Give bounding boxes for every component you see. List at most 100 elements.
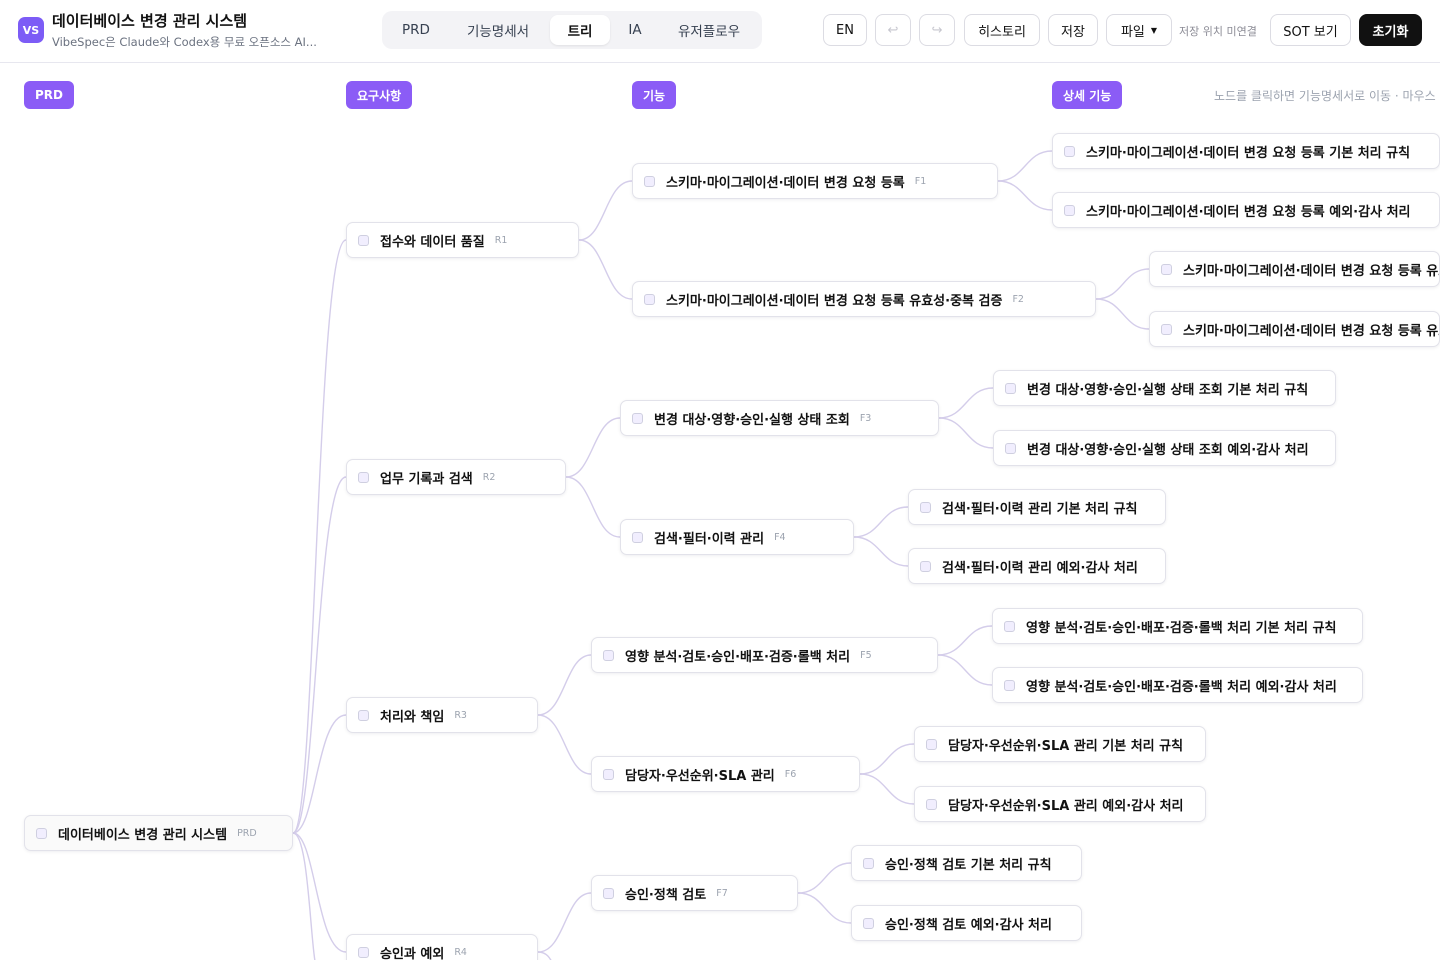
node-checkbox[interactable] xyxy=(1161,323,1172,335)
node-label: 변경 대상·영향·승인·실행 상태 조회 xyxy=(654,412,850,428)
node-code: F6 xyxy=(784,768,797,780)
tree-node-detail[interactable]: 담당자·우선순위·SLA 관리 예외·감사 처리 xyxy=(914,786,1206,822)
node-checkbox[interactable] xyxy=(358,946,369,958)
tree-node-detail[interactable]: 스키마·마이그레이션·데이터 변경 요청 등록 기본 처리 규칙 xyxy=(1052,133,1440,169)
node-label: 영향 분석·검토·승인·배포·검증·롤백 처리 예외·감사 처리 xyxy=(1026,679,1337,695)
tree-node-feature[interactable]: 승인·정책 검토 F7 xyxy=(591,875,798,911)
node-checkbox[interactable] xyxy=(358,234,369,246)
node-checkbox[interactable] xyxy=(644,175,655,187)
column-label-requirements: 요구사항 xyxy=(346,81,413,109)
tree-node-requirement[interactable]: 접수와 데이터 품질 R1 xyxy=(346,222,579,258)
tree-node-detail[interactable]: 검색·필터·이력 관리 예외·감사 처리 xyxy=(908,548,1166,584)
tree-node-detail[interactable]: 영향 분석·검토·승인·배포·검증·롤백 처리 기본 처리 규칙 xyxy=(992,608,1363,644)
node-code: F5 xyxy=(860,649,872,661)
save-button[interactable]: 저장 xyxy=(1048,14,1098,46)
tree-node-requirement[interactable]: 승인과 예외 R4 xyxy=(346,934,538,960)
tree-node-feature[interactable]: 담당자·우선순위·SLA 관리 F6 xyxy=(591,756,860,792)
tab-prd[interactable]: PRD xyxy=(386,15,446,45)
node-code: F4 xyxy=(774,531,786,543)
node-label: 업무 기록과 검색 xyxy=(380,471,473,487)
tree-node-root[interactable]: 데이터베이스 변경 관리 시스템 PRD xyxy=(24,815,293,851)
tree-node-detail[interactable]: 변경 대상·영향·승인·실행 상태 조회 기본 처리 규칙 xyxy=(993,370,1336,406)
node-checkbox[interactable] xyxy=(603,768,614,780)
node-label: 스키마·마이그레이션·데이터 변경 요청 등록 예외·감사 처리 xyxy=(1086,204,1411,220)
node-label: 승인과 예외 xyxy=(380,946,445,960)
tree-node-detail[interactable]: 스키마·마이그레이션·데이터 변경 요청 등록 예외·감사 처리 xyxy=(1052,192,1440,228)
tree-node-requirement[interactable]: 처리와 책임 R3 xyxy=(346,697,538,733)
node-label: 스키마·마이그레이션·데이터 변경 요청 등록 xyxy=(666,175,905,191)
node-checkbox[interactable] xyxy=(1161,263,1172,275)
node-code: F1 xyxy=(914,175,927,187)
undo-icon: ↩ xyxy=(887,22,899,38)
node-checkbox[interactable] xyxy=(863,917,874,929)
node-checkbox[interactable] xyxy=(920,560,931,572)
file-menu-button[interactable]: 파일 ▼ xyxy=(1106,14,1172,46)
node-checkbox[interactable] xyxy=(920,501,931,513)
column-label-features: 기능 xyxy=(632,81,677,109)
node-checkbox[interactable] xyxy=(1005,442,1016,454)
tab-tree[interactable]: 트리 xyxy=(550,15,610,45)
node-checkbox[interactable] xyxy=(632,412,643,424)
tree-hint: 노드를 클릭하면 기능명세서로 이동 · 마우스 xyxy=(1214,89,1436,103)
node-label: 변경 대상·영향·승인·실행 상태 조회 예외·감사 처리 xyxy=(1027,442,1309,458)
node-checkbox[interactable] xyxy=(358,709,369,721)
history-button[interactable]: 히스토리 xyxy=(964,14,1040,46)
node-checkbox[interactable] xyxy=(632,531,643,543)
node-label: 스키마·마이그레이션·데이터 변경 요청 등록 기본 처리 규칙 xyxy=(1086,145,1411,161)
tree-node-detail[interactable]: 담당자·우선순위·SLA 관리 기본 처리 규칙 xyxy=(914,726,1206,762)
node-label: 승인·정책 검토 기본 처리 규칙 xyxy=(885,857,1052,873)
node-label: 영향 분석·검토·승인·배포·검증·롤백 처리 xyxy=(625,649,851,665)
view-tabs: PRD 기능명세서 트리 IA 유저플로우 xyxy=(382,11,762,49)
tree-node-detail[interactable]: 영향 분석·검토·승인·배포·검증·롤백 처리 예외·감사 처리 xyxy=(992,667,1363,703)
tree-node-feature[interactable]: 검색·필터·이력 관리 F4 xyxy=(620,519,854,555)
node-checkbox[interactable] xyxy=(1004,620,1015,632)
node-code: F2 xyxy=(1012,293,1024,305)
node-checkbox[interactable] xyxy=(1064,145,1075,157)
undo-button[interactable]: ↩ xyxy=(875,14,911,46)
save-location-status: 저장 위치 미연결 xyxy=(1179,25,1257,38)
node-label: 검색·필터·이력 관리 xyxy=(654,531,765,547)
node-checkbox[interactable] xyxy=(603,649,614,661)
tree-node-feature[interactable]: 스키마·마이그레이션·데이터 변경 요청 등록 유효성·중복 검증 F2 xyxy=(632,281,1096,317)
tree-node-detail[interactable]: 승인·정책 검토 기본 처리 규칙 xyxy=(851,845,1082,881)
redo-button[interactable]: ↪ xyxy=(919,14,955,46)
sot-view-button[interactable]: SOT 보기 xyxy=(1270,14,1351,46)
tree-node-feature[interactable]: 변경 대상·영향·승인·실행 상태 조회 F3 xyxy=(620,400,939,436)
node-checkbox[interactable] xyxy=(926,798,937,810)
app-title: 데이터베이스 변경 관리 시스템 xyxy=(52,12,248,30)
node-checkbox[interactable] xyxy=(36,827,47,839)
node-checkbox[interactable] xyxy=(863,857,874,869)
node-checkbox[interactable] xyxy=(358,471,369,483)
tree-node-detail[interactable]: 승인·정책 검토 예외·감사 처리 xyxy=(851,905,1082,941)
tree-node-detail[interactable]: 스키마·마이그레이션·데이터 변경 요청 등록 유효성·중복 검증 기본 처리 … xyxy=(1149,251,1440,287)
tree-node-detail[interactable]: 변경 대상·영향·승인·실행 상태 조회 예외·감사 처리 xyxy=(993,430,1336,466)
node-code: R3 xyxy=(454,709,467,721)
tab-spec[interactable]: 기능명세서 xyxy=(450,15,546,45)
node-checkbox[interactable] xyxy=(1004,679,1015,691)
node-label: 데이터베이스 변경 관리 시스템 xyxy=(58,827,228,843)
tree-node-detail[interactable]: 검색·필터·이력 관리 기본 처리 규칙 xyxy=(908,489,1166,525)
node-label: 검색·필터·이력 관리 기본 처리 규칙 xyxy=(942,501,1138,517)
tree-node-requirement[interactable]: 업무 기록과 검색 R2 xyxy=(346,459,566,495)
node-label: 스키마·마이그레이션·데이터 변경 요청 등록 유효성·중복 검증 예외·감사 … xyxy=(1183,323,1439,339)
node-checkbox[interactable] xyxy=(1005,382,1016,394)
tree-canvas[interactable]: PRD 요구사항 기능 상세 기능 노드를 클릭하면 기능명세서로 이동 · 마… xyxy=(0,63,1440,960)
node-checkbox[interactable] xyxy=(1064,204,1075,216)
node-checkbox[interactable] xyxy=(926,738,937,750)
language-toggle-button[interactable]: EN xyxy=(823,14,867,46)
tab-ia[interactable]: IA xyxy=(614,15,656,45)
node-label: 승인·정책 검토 예외·감사 처리 xyxy=(885,917,1052,933)
tree-node-feature[interactable]: 스키마·마이그레이션·데이터 변경 요청 등록 F1 xyxy=(632,163,998,199)
app-header: VS 데이터베이스 변경 관리 시스템 VibeSpec은 Claude와 Co… xyxy=(0,0,1440,63)
node-label: 승인·정책 검토 xyxy=(625,887,707,903)
node-label: 영향 분석·검토·승인·배포·검증·롤백 처리 기본 처리 규칙 xyxy=(1026,620,1337,636)
column-label-details: 상세 기능 xyxy=(1052,81,1123,109)
node-checkbox[interactable] xyxy=(644,293,655,305)
tree-node-detail[interactable]: 스키마·마이그레이션·데이터 변경 요청 등록 유효성·중복 검증 예외·감사 … xyxy=(1149,311,1440,347)
node-label: 접수와 데이터 품질 xyxy=(380,234,485,250)
tree-node-feature[interactable]: 영향 분석·검토·승인·배포·검증·롤백 처리 F5 xyxy=(591,637,938,673)
node-checkbox[interactable] xyxy=(603,887,614,899)
tab-userflow[interactable]: 유저플로우 xyxy=(660,15,758,45)
reset-button[interactable]: 초기화 xyxy=(1359,14,1422,46)
column-label-prd: PRD xyxy=(24,81,74,109)
